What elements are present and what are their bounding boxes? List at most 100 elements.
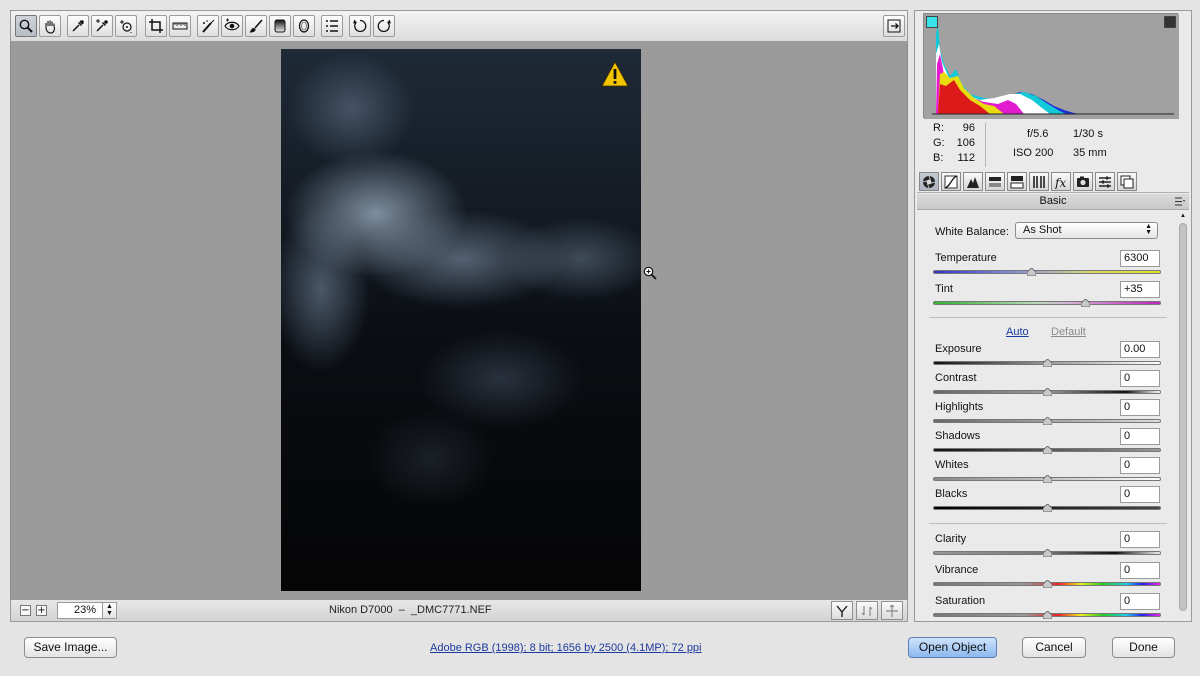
- preferences-tool-button[interactable]: [321, 15, 343, 37]
- section-header: Basic: [917, 194, 1189, 210]
- whites-field[interactable]: 0: [1120, 457, 1160, 474]
- divider: [929, 317, 1167, 318]
- tint-slider-track[interactable]: [933, 301, 1161, 305]
- zoom-stepper[interactable]: ▲ ▼: [102, 602, 117, 619]
- radial-filter-tool-button[interactable]: [293, 15, 315, 37]
- contrast-label: Contrast: [935, 372, 977, 384]
- exposure-label: Exposure: [935, 343, 982, 355]
- zoom-cursor-icon: [643, 266, 657, 280]
- divider: [929, 523, 1167, 524]
- target-adjust-icon: [120, 20, 132, 33]
- white-balance-select[interactable]: As Shot ▲ ▼: [1015, 222, 1158, 239]
- snapshots-icon: [1120, 175, 1134, 189]
- shutter-value: 1/30 s: [1073, 128, 1103, 140]
- tint-field[interactable]: +35: [1120, 281, 1160, 298]
- zoom-in-button[interactable]: +: [36, 605, 47, 616]
- highlights-slider-thumb[interactable]: [1042, 417, 1052, 425]
- scroll-up-icon[interactable]: ▲: [1180, 213, 1186, 219]
- adjustment-brush-tool-button[interactable]: [245, 15, 267, 37]
- aperture-icon: [922, 175, 936, 189]
- straighten-tool-button[interactable]: [169, 15, 191, 37]
- select-arrows-icon: ▲ ▼: [1145, 223, 1152, 236]
- temperature-field[interactable]: 6300: [1120, 250, 1160, 267]
- vibrance-slider-thumb[interactable]: [1042, 580, 1052, 588]
- exposure-slider-thumb[interactable]: [1042, 359, 1052, 367]
- toolbar: [10, 10, 908, 42]
- shadow-clipping-warning-icon[interactable]: [926, 16, 938, 28]
- targeted-adjustment-tool-button[interactable]: [115, 15, 137, 37]
- warning-icon[interactable]: [601, 61, 629, 87]
- white-balance-tool-button[interactable]: [67, 15, 89, 37]
- panel-tabs: fx: [917, 171, 1189, 193]
- graduated-filter-icon: [274, 19, 286, 33]
- info-separator: [985, 123, 986, 167]
- rotate-left-tool-button[interactable]: [349, 15, 371, 37]
- exposure-field[interactable]: 0.00: [1120, 341, 1160, 358]
- tab-camera-calibration[interactable]: [1073, 172, 1093, 191]
- contrast-slider-thumb[interactable]: [1042, 388, 1052, 396]
- whites-slider-thumb[interactable]: [1042, 475, 1052, 483]
- highlight-clipping-warning-icon[interactable]: [1164, 16, 1176, 28]
- vibrance-field[interactable]: 0: [1120, 562, 1160, 579]
- shadows-field[interactable]: 0: [1120, 428, 1160, 445]
- tab-basic[interactable]: [919, 172, 939, 191]
- brush-icon: [249, 19, 263, 33]
- crop-icon: [149, 19, 163, 33]
- shadows-label: Shadows: [935, 430, 981, 442]
- hand-icon: [45, 20, 56, 34]
- tab-split-toning[interactable]: [1007, 172, 1027, 191]
- color-sampler-tool-button[interactable]: [91, 15, 113, 37]
- toggle-fullscreen-button[interactable]: [883, 15, 905, 37]
- tint-label: Tint: [935, 283, 953, 295]
- contrast-field[interactable]: 0: [1120, 370, 1160, 387]
- default-link[interactable]: Default: [1051, 326, 1086, 338]
- copy-settings-button[interactable]: [881, 601, 903, 620]
- magnifier-icon: [19, 19, 33, 33]
- clarity-field[interactable]: 0: [1120, 531, 1160, 548]
- section-title: Basic: [1039, 195, 1067, 207]
- image-preview-area[interactable]: [10, 42, 908, 599]
- hand-tool-button[interactable]: [39, 15, 61, 37]
- swap-settings-button[interactable]: [856, 601, 878, 620]
- blacks-slider-thumb[interactable]: [1042, 504, 1052, 512]
- temperature-slider-track[interactable]: [933, 270, 1161, 274]
- tab-snapshots[interactable]: [1117, 172, 1137, 191]
- tab-tone-curve[interactable]: [941, 172, 961, 191]
- workflow-options-link[interactable]: Adobe RGB (1998); 8 bit; 1656 by 2500 (4…: [430, 642, 702, 654]
- fx-icon: fx: [1054, 176, 1066, 189]
- auto-link[interactable]: Auto: [1006, 326, 1029, 338]
- panel-menu-icon[interactable]: [1175, 197, 1185, 206]
- saturation-field[interactable]: 0: [1120, 593, 1160, 610]
- scroll-thumb[interactable]: [1179, 223, 1187, 611]
- focal-length-value: 35 mm: [1073, 147, 1107, 159]
- tab-hsl[interactable]: [985, 172, 1005, 191]
- done-button[interactable]: Done: [1112, 637, 1175, 658]
- saturation-slider-thumb[interactable]: [1042, 611, 1052, 619]
- blacks-field[interactable]: 0: [1120, 486, 1160, 503]
- clarity-slider-thumb[interactable]: [1042, 549, 1052, 557]
- red-eye-tool-button[interactable]: [221, 15, 243, 37]
- before-after-button[interactable]: [831, 601, 853, 620]
- split-toning-icon: [1010, 176, 1024, 189]
- save-image-button[interactable]: Save Image...: [24, 637, 117, 658]
- panel-scrollbar[interactable]: ▲: [1177, 211, 1189, 619]
- tab-detail[interactable]: [963, 172, 983, 191]
- spot-removal-tool-button[interactable]: [197, 15, 219, 37]
- cancel-button[interactable]: Cancel: [1022, 637, 1086, 658]
- temperature-slider-thumb[interactable]: [1026, 268, 1036, 276]
- shadows-slider-thumb[interactable]: [1042, 446, 1052, 454]
- tint-slider-thumb[interactable]: [1081, 299, 1091, 307]
- open-object-button[interactable]: Open Object: [908, 637, 997, 658]
- zoom-out-button[interactable]: −: [20, 605, 31, 616]
- graduated-filter-tool-button[interactable]: [269, 15, 291, 37]
- highlights-field[interactable]: 0: [1120, 399, 1160, 416]
- tab-lens-corrections[interactable]: [1029, 172, 1049, 191]
- rotate-right-tool-button[interactable]: [373, 15, 395, 37]
- swap-icon: [861, 606, 873, 616]
- radial-filter-icon: [298, 19, 310, 33]
- preview-photo[interactable]: [281, 49, 641, 591]
- crop-tool-button[interactable]: [145, 15, 167, 37]
- zoom-tool-button[interactable]: [15, 15, 37, 37]
- tab-effects[interactable]: fx: [1051, 172, 1071, 191]
- tab-presets[interactable]: [1095, 172, 1115, 191]
